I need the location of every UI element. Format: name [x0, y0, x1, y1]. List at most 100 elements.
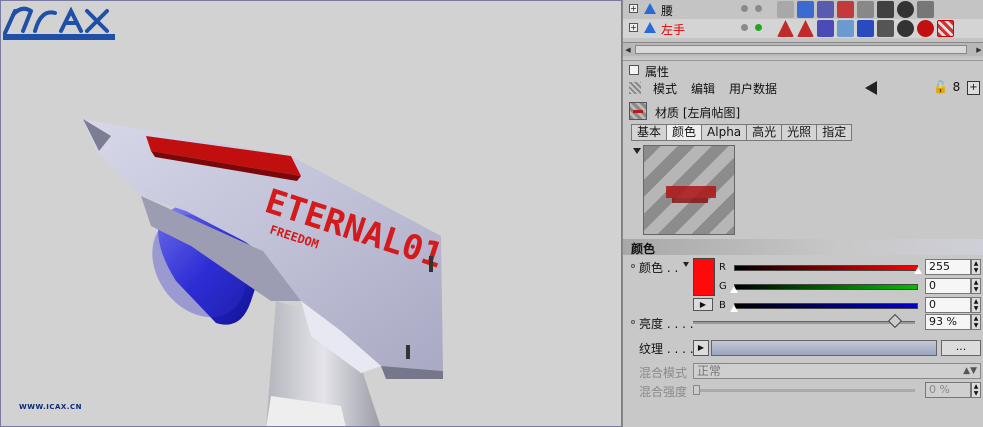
select-arrows-icon: ▲▼ — [963, 366, 977, 376]
tag-icon[interactable] — [917, 1, 934, 18]
horizontal-scrollbar[interactable]: ◀ ▶ — [623, 42, 983, 56]
grip-icon — [629, 82, 641, 94]
preview-decal — [666, 186, 716, 203]
render-dot-icon[interactable] — [755, 24, 762, 31]
g-stepper[interactable]: ▲ ▼ — [971, 278, 981, 294]
material-tag-icon[interactable] — [917, 20, 934, 37]
texture-menu-button[interactable]: ▶ — [693, 340, 709, 356]
animate-dot-icon[interactable] — [631, 320, 635, 324]
r-channel-label: R — [719, 262, 726, 273]
icax-logo-icon — [3, 6, 115, 40]
panel-checkbox[interactable] — [629, 65, 639, 75]
preview-dropdown-icon[interactable] — [633, 148, 641, 154]
mix-strength-label: 混合强度 — [639, 385, 688, 399]
tag-icon[interactable] — [877, 20, 894, 37]
new-panel-icon[interactable]: + — [967, 81, 980, 95]
b-value-field[interactable]: 0 — [925, 297, 971, 313]
bone-icon — [644, 22, 656, 33]
tag-icon[interactable] — [817, 20, 834, 37]
object-name: 腰 — [661, 4, 674, 18]
animate-dot-icon[interactable] — [631, 264, 635, 268]
tag-icon[interactable] — [877, 1, 894, 18]
attributes-title-bar: 属性 — [623, 60, 983, 79]
b-channel-label: B — [719, 300, 726, 311]
texture-label: 纹理 . . . . — [639, 342, 694, 356]
r-slider-knob[interactable] — [914, 267, 922, 274]
brightness-label: 亮度 . . . . — [639, 317, 694, 331]
scroll-left-icon[interactable]: ◀ — [623, 45, 633, 55]
material-tag-icon[interactable] — [897, 1, 914, 18]
logo-caption: WWW.ICAX.CN — [19, 403, 82, 411]
tag-icon[interactable] — [837, 20, 854, 37]
mix-strength-slider[interactable] — [693, 389, 915, 392]
tab-specular[interactable]: 高光 — [746, 124, 782, 141]
menu-user-data[interactable]: 用户数据 — [729, 80, 777, 97]
blend-mode-label: 混合模式 — [639, 366, 688, 380]
b-stepper[interactable]: ▲ ▼ — [971, 297, 981, 313]
scrollbar-thumb[interactable] — [635, 45, 967, 54]
section-title: 颜色 — [631, 242, 656, 256]
g-value-field[interactable]: 0 — [925, 278, 971, 294]
tag-icon[interactable] — [857, 20, 874, 37]
tab-alpha[interactable]: Alpha — [701, 124, 747, 141]
tag-icon[interactable] — [817, 1, 834, 18]
texture-field[interactable] — [711, 340, 937, 356]
material-preview[interactable] — [643, 145, 735, 235]
object-row-selected[interactable]: + 左手 — [623, 19, 983, 38]
link-icon[interactable]: 8 — [950, 81, 963, 95]
blend-mode-select[interactable]: 正常 ▲▼ — [693, 363, 981, 379]
tab-basic[interactable]: 基本 — [631, 124, 667, 141]
color-picker-button[interactable]: ▶ — [693, 298, 713, 311]
g-slider-knob[interactable] — [730, 286, 738, 293]
b-slider[interactable] — [734, 303, 918, 309]
r-value-field[interactable]: 255 — [925, 259, 971, 275]
menu-edit[interactable]: 编辑 — [691, 80, 715, 97]
attribute-tabs: 基本 颜色 Alpha 高光 光照 指定 — [631, 124, 853, 141]
tab-color[interactable]: 颜色 — [666, 124, 702, 141]
tag-icon[interactable] — [797, 20, 814, 37]
object-manager: + 腰 + 左手 ◀ ▶ — [623, 0, 983, 58]
g-slider[interactable] — [734, 284, 918, 290]
r-slider[interactable] — [734, 265, 918, 271]
texture-browse-button[interactable]: ... — [941, 340, 981, 356]
color-label: 颜色 . . — [639, 261, 679, 275]
tag-icon[interactable] — [797, 1, 814, 18]
mix-strength-stepper[interactable]: ▲ ▼ — [971, 382, 981, 398]
g-channel-label: G — [719, 281, 727, 292]
3d-viewport[interactable]: ETERNAL01 FREEDOM WWW.ICAX.CN — [0, 0, 622, 427]
brightness-stepper[interactable]: ▲ ▼ — [971, 314, 981, 330]
selected-material-tag-icon[interactable] — [937, 20, 954, 37]
visibility-dot-icon[interactable] — [741, 24, 748, 31]
scroll-right-icon[interactable]: ▶ — [974, 45, 983, 55]
visibility-dot-icon[interactable] — [741, 5, 748, 12]
tag-icon[interactable] — [857, 1, 874, 18]
object-name: 左手 — [661, 23, 686, 37]
brightness-value-field[interactable]: 93 % — [925, 314, 971, 330]
material-thumbnail-icon — [629, 102, 647, 120]
object-row[interactable]: + 腰 — [623, 0, 983, 19]
tab-illumination[interactable]: 光照 — [781, 124, 817, 141]
tag-icon[interactable] — [837, 1, 854, 18]
lock-icon[interactable]: 🔓 — [933, 81, 948, 95]
b-slider-knob[interactable] — [730, 305, 738, 312]
tag-strip — [775, 19, 983, 38]
tag-icon[interactable] — [777, 20, 794, 37]
material-tag-icon[interactable] — [897, 20, 914, 37]
expand-icon[interactable]: + — [629, 4, 638, 13]
brightness-slider[interactable] — [693, 321, 915, 324]
mix-strength-slider-knob[interactable] — [693, 385, 700, 395]
r-stepper[interactable]: ▲ ▼ — [971, 259, 981, 275]
color-section-header[interactable]: 颜色 — [623, 239, 983, 256]
tab-assign[interactable]: 指定 — [816, 124, 853, 141]
color-swatch[interactable] — [693, 258, 715, 296]
back-arrow-icon[interactable] — [865, 81, 877, 95]
attributes-menubar: 模式 编辑 用户数据 🔓 8 + — [623, 78, 983, 98]
menu-mode[interactable]: 模式 — [653, 80, 677, 97]
mix-strength-value-field[interactable]: 0 % — [925, 382, 971, 398]
color-mode-dropdown-icon[interactable] — [683, 262, 689, 267]
bone-icon — [644, 3, 656, 14]
expand-icon[interactable]: + — [629, 23, 638, 32]
tag-icon[interactable] — [777, 1, 794, 18]
brightness-slider-knob[interactable] — [887, 313, 903, 329]
render-dot-icon[interactable] — [755, 5, 762, 12]
